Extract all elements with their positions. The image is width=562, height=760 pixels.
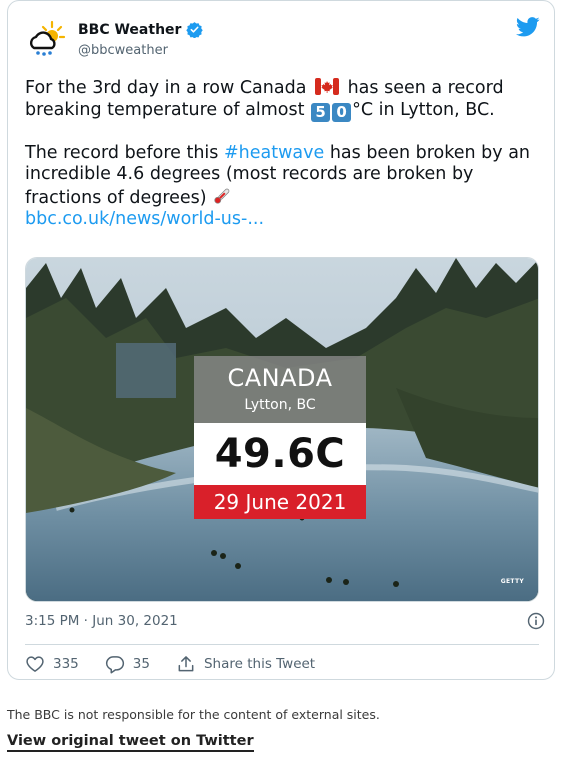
hashtag-heatwave[interactable]: #heatwave (224, 143, 324, 163)
article-link[interactable]: bbc.co.uk/news/world-us-... (25, 209, 264, 229)
author-name-text[interactable]: BBC Weather (78, 22, 181, 38)
tweet-timestamp[interactable]: 3:15 PM · Jun 30, 2021 (25, 613, 178, 629)
overlay-date: 29 June 2021 (194, 485, 366, 519)
verified-badge-icon (186, 22, 204, 38)
tweet-text-line1-end: °C in Lytton, BC. (352, 99, 495, 120)
tweet-text-line1-pre: For the 3rd day in a row Canada (25, 78, 307, 98)
overlay-temperature: 49.6C (194, 423, 366, 485)
share-icon (178, 656, 194, 672)
author-name[interactable]: BBC Weather (78, 21, 204, 38)
twitter-bird-icon[interactable] (516, 17, 540, 37)
canada-flag-icon (315, 78, 339, 95)
like-button[interactable]: 335 (25, 654, 79, 674)
author-handle[interactable]: @bbcweather (78, 43, 168, 58)
reply-button[interactable]: 35 (105, 654, 150, 674)
tweet-actions: 335 35 Share this Tweet (25, 654, 341, 674)
reply-icon (105, 656, 124, 674)
thermometer-icon (214, 188, 230, 204)
share-button[interactable]: Share this Tweet (176, 654, 315, 674)
reply-count: 35 (132, 656, 150, 672)
tweet-card: BBC Weather @bbcweather For the 3rd day … (7, 0, 555, 680)
share-label: Share this Tweet (203, 656, 316, 672)
info-icon[interactable] (527, 612, 545, 630)
heart-icon (26, 656, 44, 672)
keycap-zero: 0 (332, 102, 352, 122)
bbc-weather-logo-icon[interactable] (26, 19, 66, 59)
like-count: 335 (53, 656, 79, 672)
actions-divider (25, 644, 539, 645)
external-content-disclaimer: The BBC is not responsible for the conte… (7, 707, 380, 722)
overlay-location: Lytton, BC (244, 397, 316, 413)
tweet-text: For the 3rd day in a row Canada has seen… (25, 78, 539, 231)
tweet-text-line2-pre: The record before this (25, 142, 219, 163)
tweet-image[interactable]: CANADA Lytton, BC 49.6C 29 June 2021 GET… (25, 257, 539, 602)
overlay-country: CANADA (227, 364, 333, 392)
photo-credit: GETTY (500, 578, 524, 585)
view-original-tweet-link[interactable]: View original tweet on Twitter (7, 733, 254, 752)
keycap-five: 5 (311, 102, 331, 122)
overlay-country-box: CANADA Lytton, BC (194, 356, 366, 423)
